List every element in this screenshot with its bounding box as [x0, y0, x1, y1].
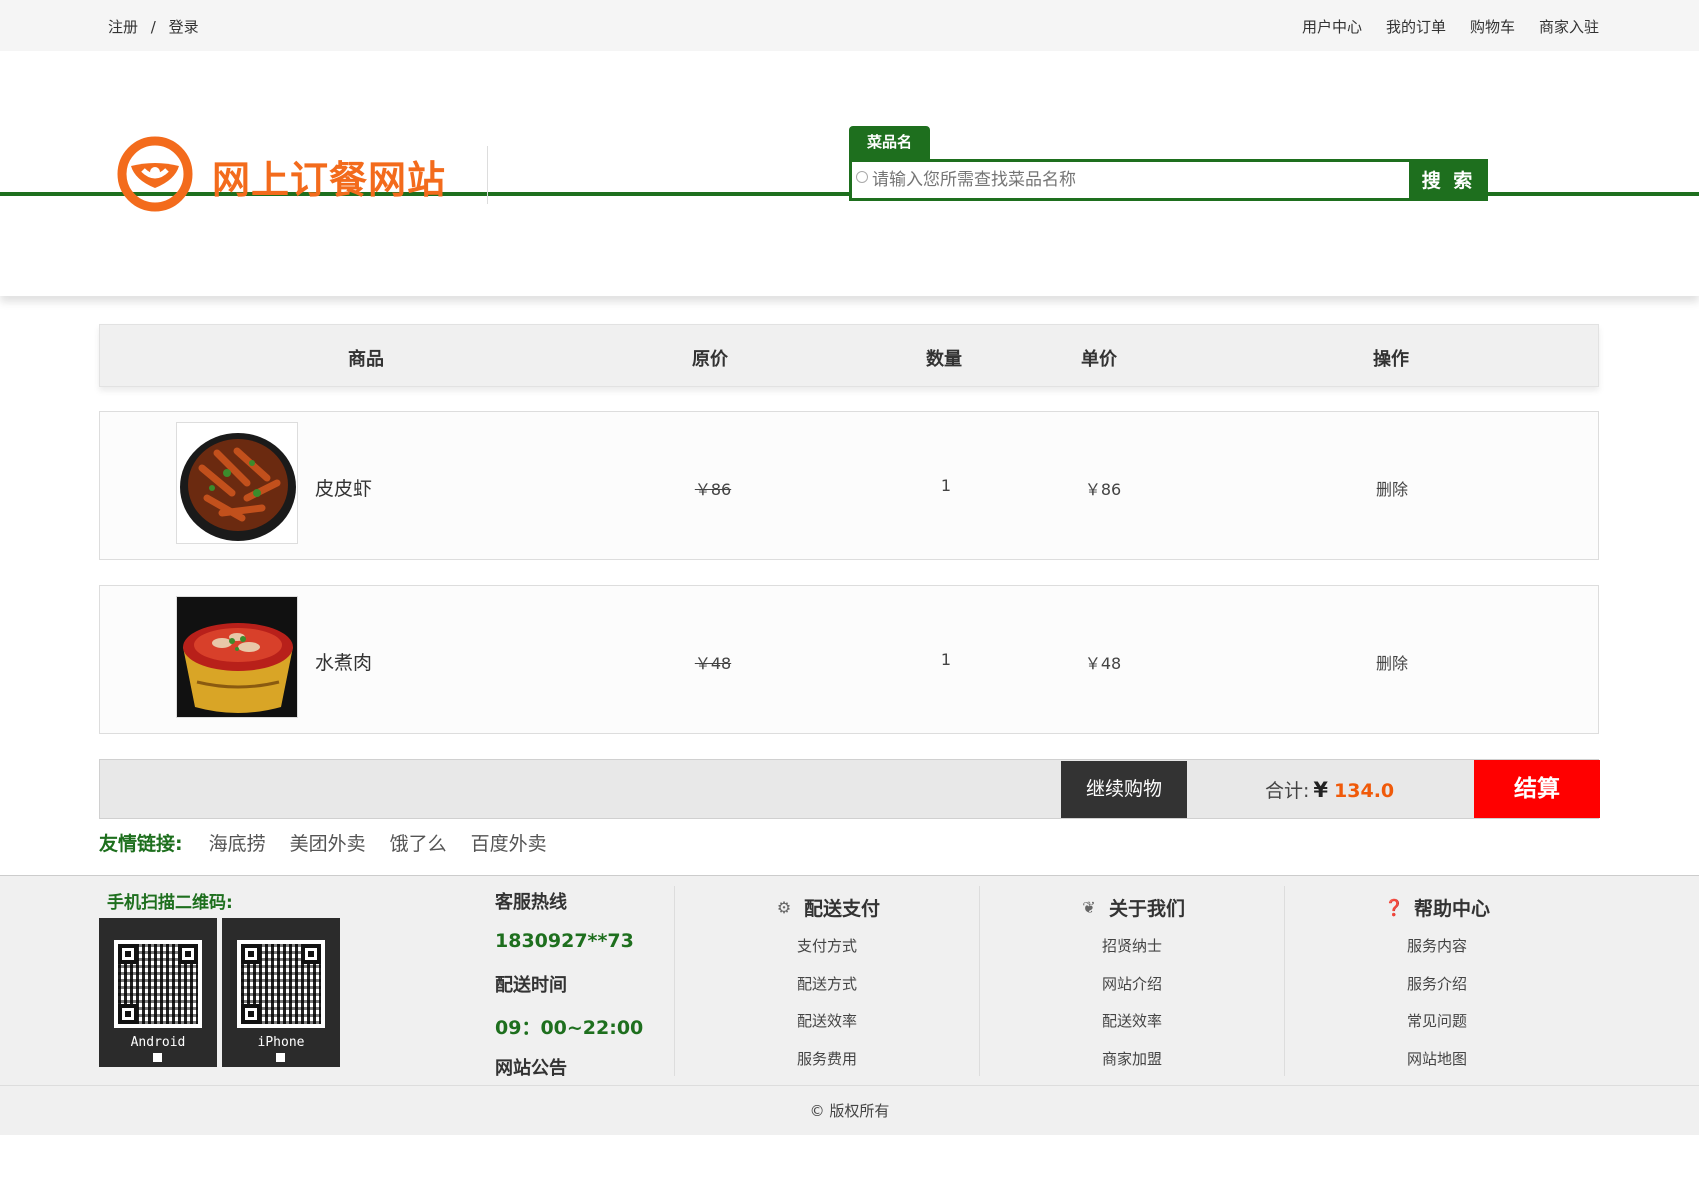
site-name[interactable]: 网上订餐网站: [212, 149, 446, 204]
user-center-link[interactable]: 用户中心: [1302, 16, 1362, 37]
search-tab-dish-name[interactable]: 菜品名: [849, 126, 930, 159]
auth-separator: /: [150, 18, 156, 36]
footer-section-about: ❦ 关于我们 招贤纳士 网站介绍 配送效率 商家加盟: [979, 886, 1284, 1076]
footer-link[interactable]: 配送方式: [675, 973, 979, 1011]
logo-divider: [487, 146, 488, 204]
login-link[interactable]: 登录: [169, 18, 199, 36]
delete-link[interactable]: 删除: [1376, 650, 1408, 674]
cart-row: 水煮肉 ￥48 1 ￥48 删除: [99, 585, 1599, 734]
footer-link[interactable]: 配送效率: [980, 1010, 1284, 1048]
unit-price: ￥86: [1084, 480, 1122, 499]
service-info: 客服热线 1830927**73 配送时间 09：00~22:00 网站公告: [495, 888, 643, 1096]
section-title: 配送支付: [803, 898, 880, 920]
footer-link[interactable]: 常见问题: [1285, 1010, 1589, 1048]
qr-code-icon: [237, 940, 325, 1028]
section-title: 关于我们: [1108, 898, 1185, 920]
checkout-button[interactable]: 结算: [1474, 760, 1600, 818]
friend-link[interactable]: 海底捞: [209, 829, 266, 856]
merchant-join-link[interactable]: 商家入驻: [1539, 16, 1599, 37]
top-bar: 注册 / 登录 用户中心 我的订单 购物车 商家入驻: [0, 0, 1699, 51]
qr-code-android[interactable]: Android: [99, 918, 217, 1067]
footer-link[interactable]: 服务费用: [675, 1048, 979, 1086]
search-input[interactable]: [872, 162, 1392, 198]
total-amount: 134.0: [1334, 780, 1395, 802]
qr-caption: Android: [130, 1035, 186, 1050]
cart-total: 合计: ¥134.0: [1265, 776, 1394, 803]
cart-link[interactable]: 购物车: [1470, 16, 1515, 37]
delivery-time-label: 配送时间: [495, 975, 567, 996]
register-link[interactable]: 注册: [108, 18, 138, 36]
my-orders-link[interactable]: 我的订单: [1386, 16, 1446, 37]
section-title: 帮助中心: [1413, 898, 1490, 920]
column-header-unit-price: 单价: [1081, 349, 1117, 370]
footer-link[interactable]: 服务介绍: [1285, 973, 1589, 1011]
bike-icon: ⚙: [776, 897, 792, 917]
original-price: ￥48: [694, 654, 732, 673]
footer-section-help: ❓ 帮助中心 服务内容 服务介绍 常见问题 网站地图: [1284, 886, 1589, 1076]
quantity: 1: [940, 650, 952, 669]
footer-link[interactable]: 配送效率: [675, 1010, 979, 1048]
question-icon: ❓: [1384, 897, 1404, 917]
footer-section-delivery: ⚙ 配送支付 支付方式 配送方式 配送效率 服务费用: [674, 886, 979, 1076]
auth-links: 注册 / 登录: [108, 16, 207, 37]
qr-code-iphone[interactable]: iPhone: [222, 918, 340, 1067]
friend-links-label: 友情链接:: [99, 833, 183, 855]
leaf-icon: ❦: [1082, 897, 1096, 917]
footer-link[interactable]: 招贤纳士: [980, 935, 1284, 973]
quantity: 1: [940, 476, 952, 495]
column-header-quantity: 数量: [926, 349, 962, 370]
search-icon: [856, 171, 868, 183]
search-box: [849, 159, 1409, 201]
delete-link[interactable]: 删除: [1376, 476, 1408, 500]
top-nav: 用户中心 我的订单 购物车 商家入驻: [1302, 16, 1599, 37]
qr-title: 手机扫描二维码:: [107, 893, 233, 913]
friend-link[interactable]: 饿了么: [390, 829, 447, 856]
footer-link[interactable]: 服务内容: [1285, 935, 1589, 973]
column-header-product: 商品: [348, 349, 384, 370]
cart-row: 皮皮虾 ￥86 1 ￥86 删除: [99, 411, 1599, 560]
continue-shopping-button[interactable]: 继续购物: [1061, 761, 1187, 818]
dish-image[interactable]: [176, 596, 298, 718]
copyright: © 版权所有: [0, 1085, 1699, 1135]
footer-link[interactable]: 网站地图: [1285, 1048, 1589, 1086]
dish-image[interactable]: [176, 422, 298, 544]
original-price: ￥86: [694, 480, 732, 499]
search-button[interactable]: 搜 索: [1409, 159, 1488, 201]
total-label: 合计:: [1265, 780, 1310, 802]
friend-links: 友情链接: 海底捞 美团外卖 饿了么 百度外卖: [99, 829, 547, 856]
product-name[interactable]: 水煮肉: [315, 648, 372, 675]
qr-dot: [276, 1053, 285, 1062]
hotline-label: 客服热线: [495, 892, 567, 913]
footer-link[interactable]: 商家加盟: [980, 1048, 1284, 1086]
site-footer: 手机扫描二维码: Android iPhone 客服热线 1830927**73…: [0, 875, 1699, 1085]
site-header: 网上订餐网站 菜品名 搜 索: [0, 51, 1699, 212]
footer-link[interactable]: 支付方式: [675, 935, 979, 973]
qr-code-icon: [114, 940, 202, 1028]
currency-symbol: ¥: [1313, 778, 1329, 802]
column-header-action: 操作: [1373, 349, 1409, 370]
friend-link[interactable]: 百度外卖: [471, 829, 547, 856]
cart-table-header: 商品 原价 数量 单价 操作: [99, 324, 1599, 387]
hotline-number: 1830927**73: [495, 929, 634, 952]
cart-summary-bar: 继续购物 合计: ¥134.0 结算: [99, 759, 1600, 819]
delivery-time: 09：00~22:00: [495, 1016, 644, 1039]
logo-icon[interactable]: [117, 136, 193, 212]
qr-dot: [153, 1053, 162, 1062]
column-header-original-price: 原价: [692, 349, 728, 370]
unit-price: ￥48: [1084, 654, 1122, 673]
friend-link[interactable]: 美团外卖: [290, 829, 366, 856]
banner-area: [0, 196, 1699, 296]
footer-link[interactable]: 网站介绍: [980, 973, 1284, 1011]
qr-caption: iPhone: [257, 1035, 305, 1050]
product-name[interactable]: 皮皮虾: [315, 474, 372, 501]
